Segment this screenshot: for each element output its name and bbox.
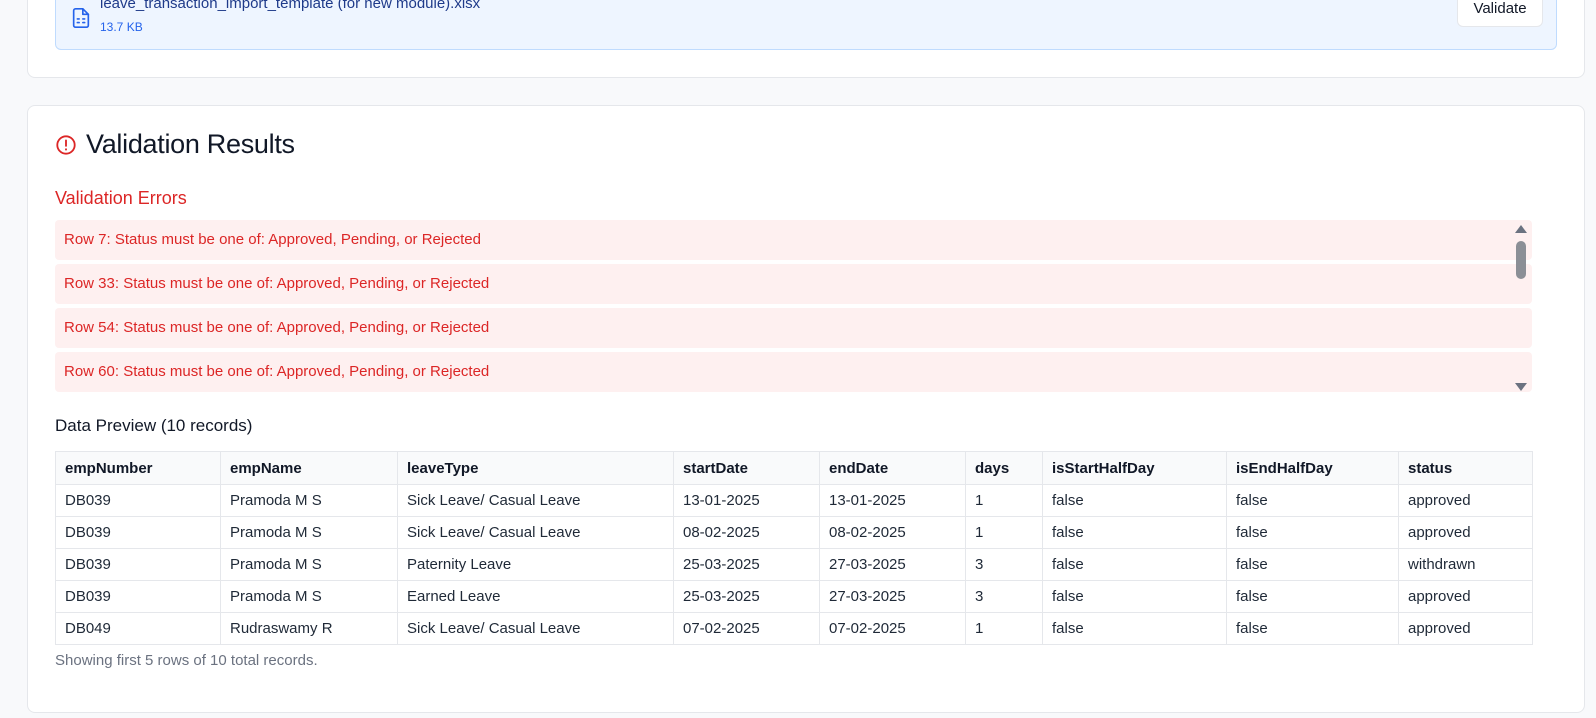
errors-scrollbar[interactable] <box>1513 223 1529 395</box>
table-cell: Sick Leave/ Casual Leave <box>397 484 674 517</box>
error-item: Row 54: Status must be one of: Approved,… <box>55 308 1532 348</box>
scroll-up-arrow-icon[interactable] <box>1515 225 1527 233</box>
table-cell: Sick Leave/ Casual Leave <box>397 612 674 645</box>
table-cell: 1 <box>965 484 1043 517</box>
table-cell: false <box>1042 516 1227 549</box>
error-item: Row 33: Status must be one of: Approved,… <box>55 264 1532 304</box>
scrollbar-thumb[interactable] <box>1516 241 1526 279</box>
table-cell: 3 <box>965 548 1043 581</box>
column-header: status <box>1398 451 1533 485</box>
table-cell: approved <box>1398 580 1533 613</box>
table-cell: false <box>1226 580 1399 613</box>
column-header: isStartHalfDay <box>1042 451 1227 485</box>
selected-file-row: leave_transaction_import_template (for n… <box>55 0 1557 50</box>
column-header: startDate <box>673 451 820 485</box>
error-item: Row 7: Status must be one of: Approved, … <box>55 220 1532 260</box>
table-row: DB039 Pramoda M S Sick Leave/ Casual Lea… <box>55 484 1533 517</box>
alert-circle-icon <box>56 135 76 155</box>
table-cell: false <box>1042 548 1227 581</box>
table-cell: Pramoda M S <box>220 516 398 549</box>
table-cell: 13-01-2025 <box>819 484 966 517</box>
validation-results-title: Validation Results <box>86 129 295 159</box>
table-cell: approved <box>1398 516 1533 549</box>
table-cell: Sick Leave/ Casual Leave <box>397 516 674 549</box>
column-header: isEndHalfDay <box>1226 451 1399 485</box>
file-name: leave_transaction_import_template (for n… <box>100 0 481 12</box>
table-cell: false <box>1042 612 1227 645</box>
table-cell: 1 <box>965 612 1043 645</box>
table-cell: 27-03-2025 <box>819 580 966 613</box>
file-spreadsheet-icon <box>72 8 90 28</box>
table-cell: 07-02-2025 <box>673 612 820 645</box>
scroll-down-arrow-icon[interactable] <box>1515 383 1527 391</box>
data-preview-title: Data Preview (10 records) <box>55 416 253 435</box>
table-cell: 13-01-2025 <box>673 484 820 517</box>
table-cell: Pramoda M S <box>220 580 398 613</box>
validation-results-card: Validation Results Validation Errors Row… <box>27 105 1585 713</box>
table-cell: 08-02-2025 <box>819 516 966 549</box>
table-cell: approved <box>1398 612 1533 645</box>
table-cell: withdrawn <box>1398 548 1533 581</box>
table-cell: DB039 <box>55 580 221 613</box>
file-size: 13.7 KB <box>100 20 143 34</box>
table-cell: DB039 <box>55 484 221 517</box>
table-cell: false <box>1226 548 1399 581</box>
table-cell: false <box>1042 484 1227 517</box>
table-cell: false <box>1226 612 1399 645</box>
data-preview-table: empNumber empName leaveType startDate en… <box>55 451 1533 645</box>
table-row: DB039 Pramoda M S Sick Leave/ Casual Lea… <box>55 516 1533 549</box>
validation-errors-title: Validation Errors <box>55 188 187 208</box>
column-header: empNumber <box>55 451 221 485</box>
table-cell: 25-03-2025 <box>673 548 820 581</box>
column-header: empName <box>220 451 398 485</box>
table-cell: 27-03-2025 <box>819 548 966 581</box>
table-cell: Paternity Leave <box>397 548 674 581</box>
table-cell: false <box>1042 580 1227 613</box>
column-header: days <box>965 451 1043 485</box>
table-header-row: empNumber empName leaveType startDate en… <box>55 451 1533 485</box>
column-header: leaveType <box>397 451 674 485</box>
table-cell: 25-03-2025 <box>673 580 820 613</box>
table-cell: false <box>1226 516 1399 549</box>
validate-button[interactable]: Validate <box>1457 0 1543 27</box>
table-cell: Pramoda M S <box>220 548 398 581</box>
table-cell: Pramoda M S <box>220 484 398 517</box>
table-cell: Rudraswamy R <box>220 612 398 645</box>
table-cell: 1 <box>965 516 1043 549</box>
validation-errors-list[interactable]: Row 7: Status must be one of: Approved, … <box>55 220 1532 396</box>
column-header: endDate <box>819 451 966 485</box>
table-row: DB039 Pramoda M S Earned Leave 25-03-202… <box>55 580 1533 613</box>
error-item: Row 60: Status must be one of: Approved,… <box>55 352 1532 392</box>
table-cell: approved <box>1398 484 1533 517</box>
records-summary: Showing first 5 rows of 10 total records… <box>55 652 318 669</box>
table-row: DB049 Rudraswamy R Sick Leave/ Casual Le… <box>55 612 1533 645</box>
table-cell: Earned Leave <box>397 580 674 613</box>
table-row: DB039 Pramoda M S Paternity Leave 25-03-… <box>55 548 1533 581</box>
table-cell: DB039 <box>55 516 221 549</box>
table-cell: 08-02-2025 <box>673 516 820 549</box>
table-cell: DB039 <box>55 548 221 581</box>
table-cell: 3 <box>965 580 1043 613</box>
upload-card: leave_transaction_import_template (for n… <box>27 0 1585 78</box>
table-cell: 07-02-2025 <box>819 612 966 645</box>
table-cell: false <box>1226 484 1399 517</box>
table-cell: DB049 <box>55 612 221 645</box>
